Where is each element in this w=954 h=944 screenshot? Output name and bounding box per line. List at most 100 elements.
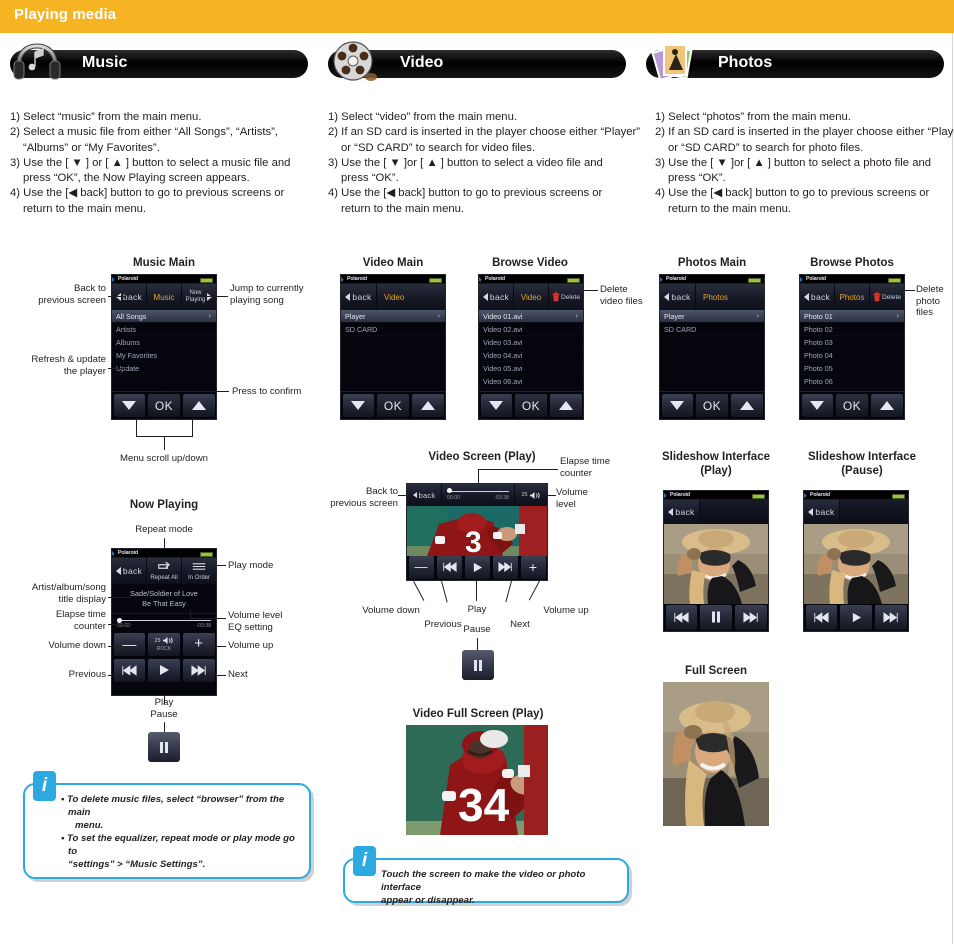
scroll-down-button[interactable] bbox=[801, 394, 834, 417]
triangle-down-icon bbox=[810, 401, 825, 410]
seek-bar[interactable]: 00:00 -03:38 bbox=[112, 614, 216, 631]
ok-button[interactable]: OK bbox=[515, 394, 547, 417]
list-item[interactable]: Albums bbox=[112, 336, 216, 349]
ok-button[interactable]: OK bbox=[836, 394, 868, 417]
list-item[interactable]: Video 04.avi bbox=[479, 349, 583, 362]
next-button[interactable] bbox=[874, 604, 907, 630]
triangle-down-icon bbox=[670, 401, 685, 410]
back-button[interactable]: back bbox=[112, 284, 147, 310]
leader-line bbox=[204, 296, 228, 297]
play-mode-button[interactable]: In Order bbox=[182, 558, 216, 584]
delete-button[interactable]: Delete bbox=[549, 284, 583, 310]
back-button[interactable]: back bbox=[660, 284, 696, 310]
ok-button[interactable]: OK bbox=[377, 394, 409, 417]
video-full-screen-image: 34 bbox=[406, 725, 548, 835]
previous-button[interactable] bbox=[436, 555, 462, 579]
back-button[interactable]: back bbox=[407, 484, 442, 506]
steps-photos: 1) Select “photos” from the main menu. 2… bbox=[655, 111, 954, 215]
back-button[interactable]: back bbox=[804, 500, 840, 524]
video-source-list: Player › SD CARD bbox=[341, 310, 445, 336]
seek-handle[interactable] bbox=[117, 617, 122, 623]
list-item[interactable]: Photo 01 › bbox=[800, 310, 904, 323]
tab-video[interactable]: Video bbox=[377, 284, 445, 310]
ok-button[interactable]: OK bbox=[696, 394, 728, 417]
list-item[interactable]: SD CARD bbox=[341, 323, 445, 336]
annotation-volume-up-video: Volume up bbox=[543, 605, 589, 616]
volume-down-button[interactable]: — bbox=[408, 555, 434, 579]
tab-music[interactable]: Music bbox=[147, 284, 182, 310]
scroll-up-button[interactable] bbox=[182, 394, 215, 417]
back-button[interactable]: back bbox=[341, 284, 377, 310]
pause-button-standalone[interactable] bbox=[148, 732, 180, 762]
triangle-up-icon bbox=[420, 401, 435, 410]
next-button[interactable] bbox=[492, 555, 518, 579]
scroll-up-button[interactable] bbox=[411, 394, 444, 417]
scroll-up-button[interactable] bbox=[549, 394, 582, 417]
scroll-down-button[interactable] bbox=[342, 394, 375, 417]
list-item[interactable]: Player › bbox=[341, 310, 445, 323]
play-button[interactable] bbox=[840, 604, 872, 630]
list-item[interactable]: Photo 05 bbox=[800, 362, 904, 375]
device-navbar: back Photos Delete bbox=[800, 284, 904, 310]
video-seek-area[interactable]: 00:00 -03:38 bbox=[442, 484, 515, 506]
back-button[interactable]: back bbox=[664, 500, 700, 524]
ok-button[interactable]: OK bbox=[148, 394, 180, 417]
scroll-down-button[interactable] bbox=[113, 394, 146, 417]
previous-button[interactable] bbox=[805, 604, 838, 630]
list-item[interactable]: Video 03.avi bbox=[479, 336, 583, 349]
volume-level-display[interactable]: 25 ROCK bbox=[148, 632, 180, 656]
scroll-down-button[interactable] bbox=[661, 394, 694, 417]
device-buttonbar: OK bbox=[479, 391, 583, 419]
list-item[interactable]: SD CARD bbox=[660, 323, 764, 336]
seek-handle[interactable] bbox=[447, 488, 452, 493]
repeat-mode-button[interactable]: Repeat All bbox=[147, 558, 182, 584]
caption-video-full-screen: Video Full Screen (Play) bbox=[412, 708, 544, 720]
next-button[interactable] bbox=[182, 658, 215, 682]
list-item[interactable]: Video 02.avi bbox=[479, 323, 583, 336]
play-button[interactable] bbox=[464, 555, 490, 579]
list-item[interactable]: Photo 03 bbox=[800, 336, 904, 349]
device-statusbar: Polaroid bbox=[479, 275, 583, 284]
tab-photos[interactable]: Photos bbox=[696, 284, 764, 310]
list-item[interactable]: Photo 06 bbox=[800, 375, 904, 388]
leader-line bbox=[200, 675, 226, 676]
tab-photos[interactable]: Photos bbox=[835, 284, 870, 310]
pause-button[interactable] bbox=[700, 604, 732, 630]
previous-button[interactable] bbox=[113, 658, 146, 682]
annotation-volume-down-video: Volume down bbox=[362, 605, 420, 616]
list-item[interactable]: All Songs › bbox=[112, 310, 216, 323]
now-playing-button[interactable]: Now Playing bbox=[182, 284, 216, 310]
device-brand: Polaroid bbox=[666, 276, 686, 282]
list-item[interactable]: Player › bbox=[660, 310, 764, 323]
repeat-icon bbox=[158, 561, 171, 569]
device-buttonbar: OK bbox=[341, 391, 445, 419]
back-button[interactable]: back bbox=[800, 284, 835, 310]
volume-level-display[interactable]: 25 bbox=[515, 484, 547, 506]
back-button[interactable]: back bbox=[112, 558, 147, 584]
list-item[interactable]: My Favorites bbox=[112, 349, 216, 362]
device-brand: Polaroid bbox=[118, 276, 138, 282]
photo-full-screen-image bbox=[663, 682, 769, 826]
list-item[interactable]: Video 05.avi bbox=[479, 362, 583, 375]
play-button[interactable] bbox=[148, 658, 180, 682]
scroll-up-button[interactable] bbox=[730, 394, 763, 417]
scroll-down-button[interactable] bbox=[480, 394, 513, 417]
volume-down-button[interactable]: — bbox=[113, 632, 146, 656]
volume-up-button[interactable]: + bbox=[520, 555, 546, 579]
list-item[interactable]: Artists bbox=[112, 323, 216, 336]
device-statusbar: Polaroid bbox=[800, 275, 904, 284]
back-button[interactable]: back bbox=[479, 284, 514, 310]
scroll-up-button[interactable] bbox=[870, 394, 903, 417]
tab-video[interactable]: Video bbox=[514, 284, 549, 310]
next-button[interactable] bbox=[734, 604, 767, 630]
list-item[interactable]: Photo 02 bbox=[800, 323, 904, 336]
volume-up-button[interactable]: + bbox=[182, 632, 215, 656]
leader-line bbox=[398, 495, 408, 496]
pause-button-standalone-video[interactable] bbox=[462, 650, 494, 680]
list-item[interactable]: Photo 04 bbox=[800, 349, 904, 362]
list-item[interactable]: Video 01.avi › bbox=[479, 310, 583, 323]
delete-button[interactable]: Delete bbox=[870, 284, 904, 310]
leader-line bbox=[505, 580, 512, 603]
list-item[interactable]: Video 06.avi bbox=[479, 375, 583, 388]
previous-button[interactable] bbox=[665, 604, 698, 630]
